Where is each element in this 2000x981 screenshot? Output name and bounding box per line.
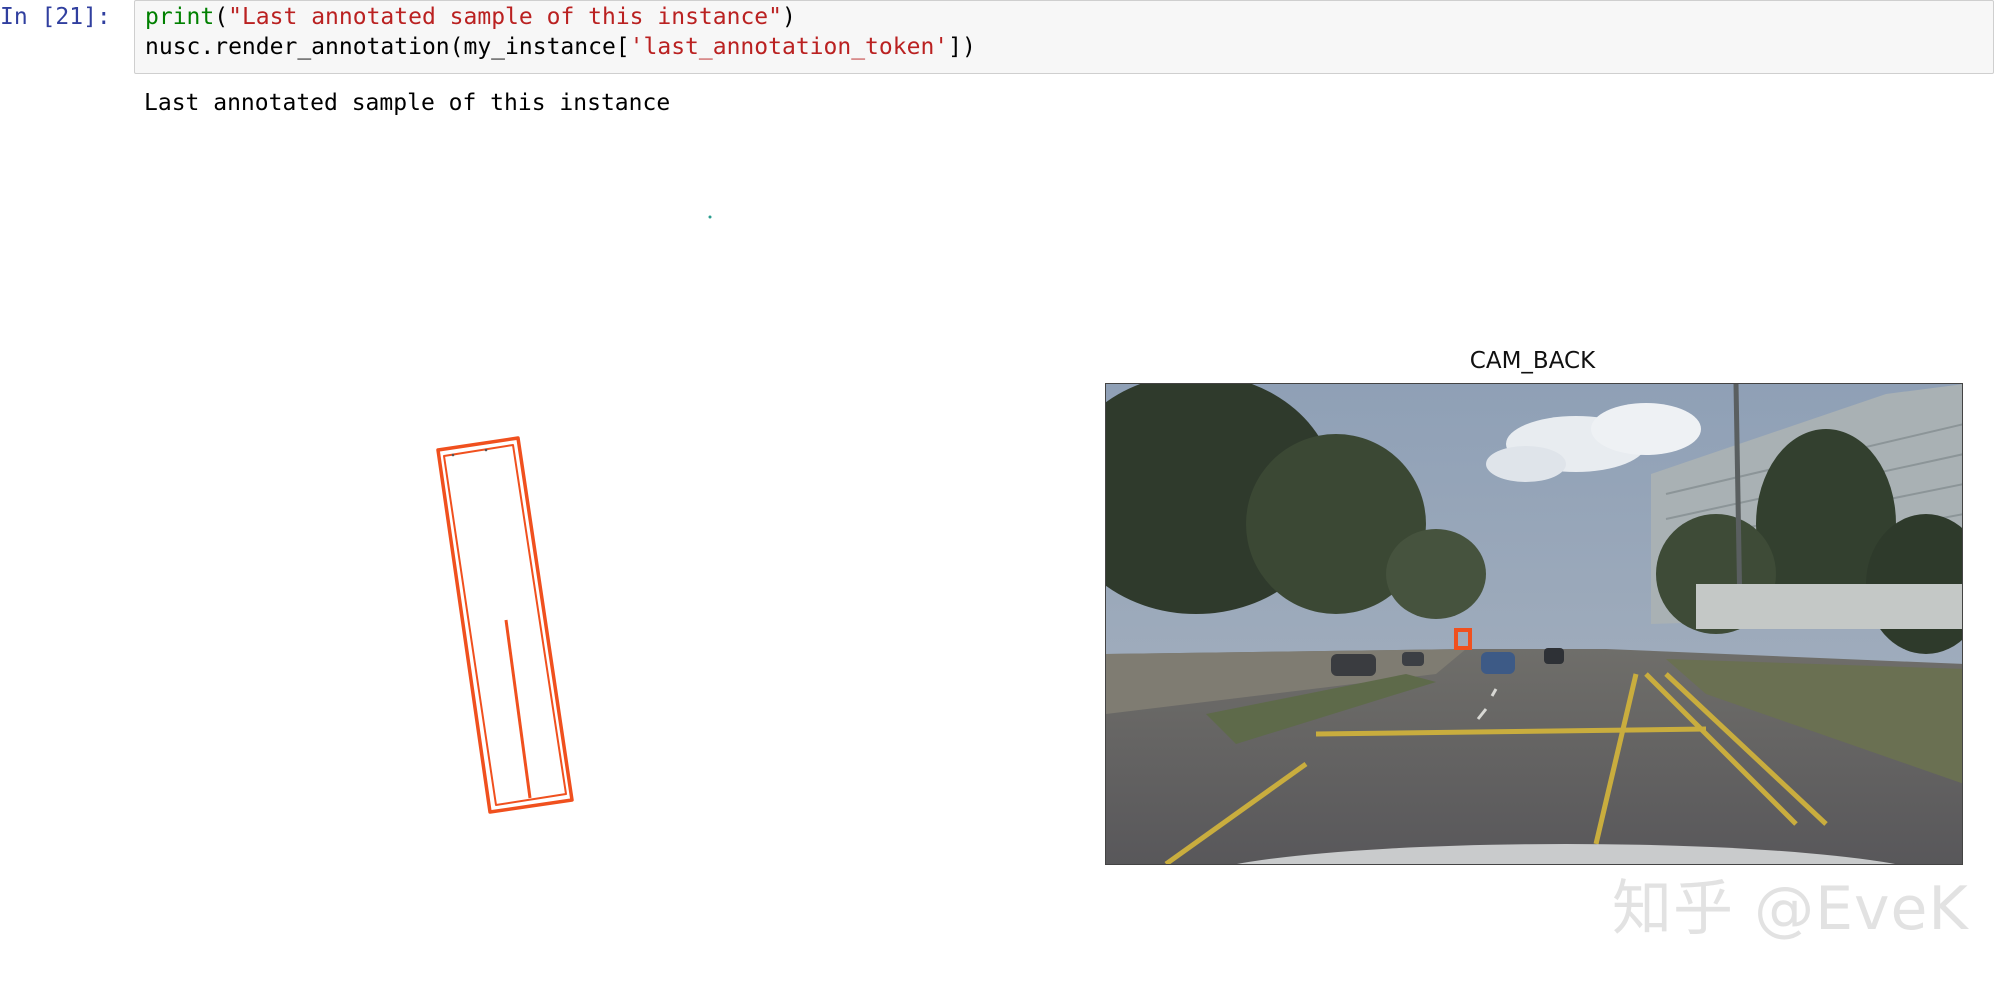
tree [1386, 529, 1486, 619]
code-token-string: 'last_annotation_token' [629, 34, 949, 60]
car [1481, 652, 1515, 674]
cell-output-text: Last annotated sample of this instance [144, 90, 671, 116]
annotation-box-outer [436, 436, 574, 814]
fence [1696, 584, 1962, 629]
code-print-keyword: print [145, 4, 215, 30]
code-call-suffix: ]) [948, 34, 976, 60]
lidar-point [708, 215, 712, 219]
camera-scene [1106, 384, 1962, 864]
cell-prompt: In [21]: [0, 4, 111, 30]
code-string-literal: "Last annotated sample of this instance" [228, 4, 782, 30]
annotation-box-rear-edge [489, 799, 573, 813]
lidar-point [484, 448, 488, 452]
code-call-prefix: nusc.render_annotation(my_instance[ [145, 34, 630, 60]
car [1331, 654, 1376, 676]
car [1544, 648, 1564, 664]
code-line-2: nusc.render_annotation(my_instance['last… [145, 33, 976, 61]
cloud [1591, 403, 1701, 455]
watermark-text: 知乎 @EveK [1612, 874, 1969, 944]
code-open-paren: ( [214, 4, 229, 30]
lidar-point [451, 453, 455, 457]
annotation-box-front-edge [437, 437, 519, 451]
annotation-heading-line [504, 619, 532, 799]
code-close-paren: ) [782, 4, 796, 30]
camera-image [1105, 383, 1963, 865]
camera-title: CAM_BACK [1469, 348, 1596, 374]
cloud [1486, 446, 1566, 482]
annotation-box [436, 436, 574, 814]
code-cell-input[interactable]: print("Last annotated sample of this ins… [134, 0, 1994, 74]
lidar-bev-plot [436, 215, 712, 814]
code-line-1: print("Last annotated sample of this ins… [145, 3, 796, 31]
car [1402, 652, 1424, 666]
